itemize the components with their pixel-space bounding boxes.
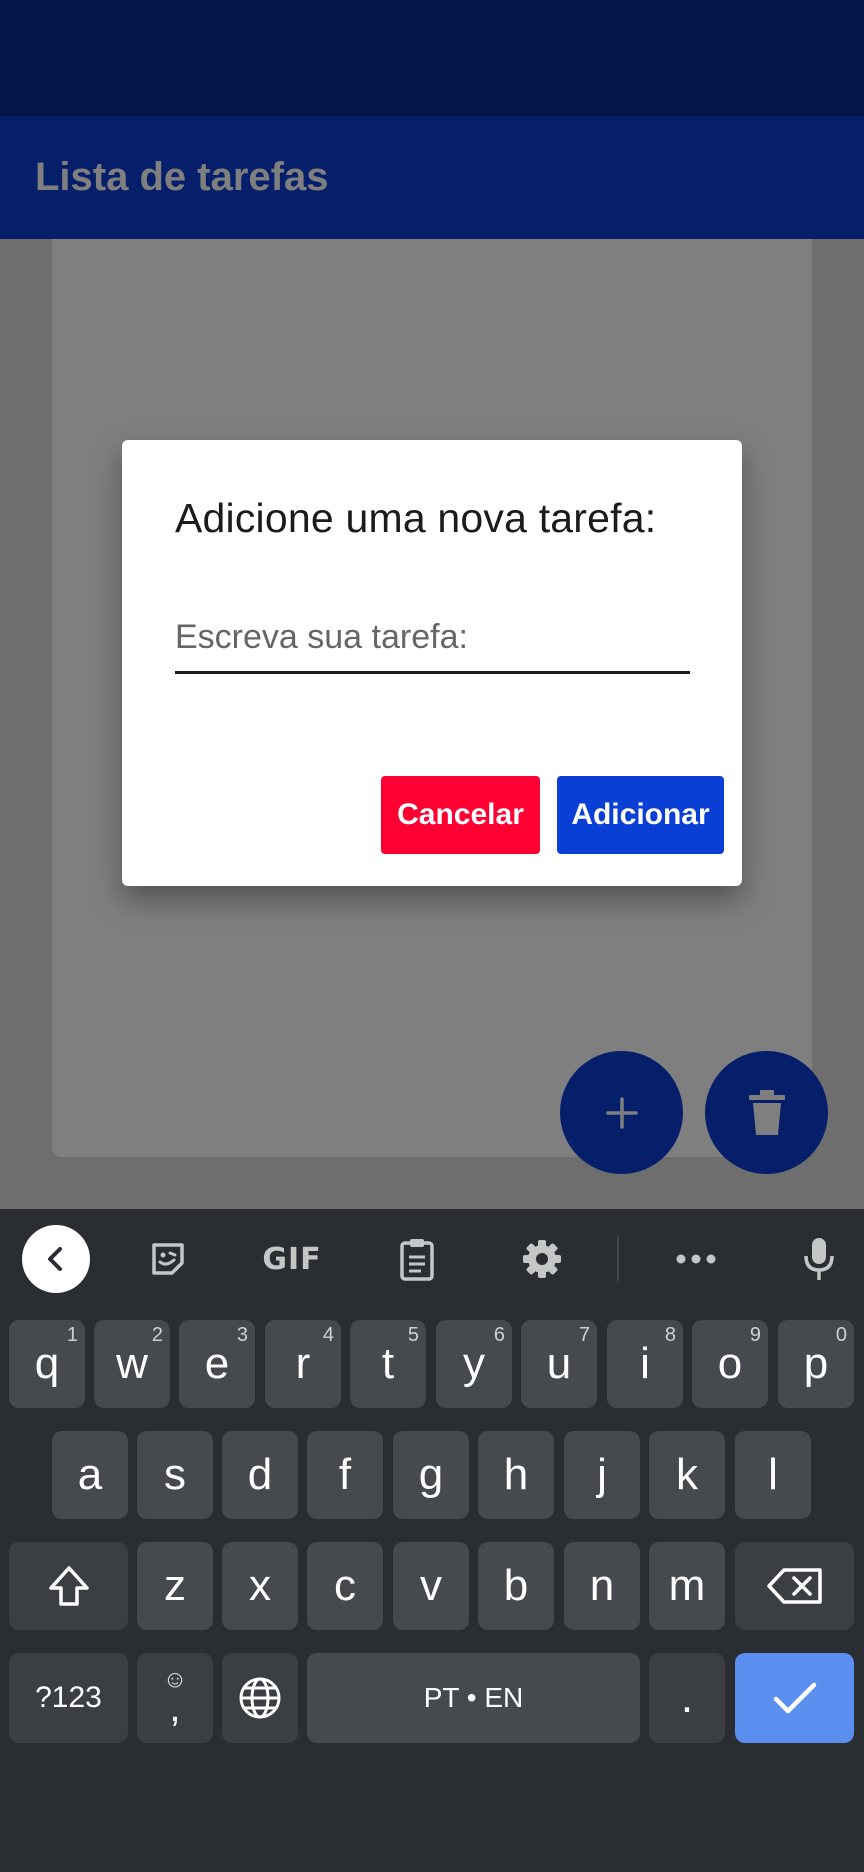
key-o[interactable]: o9 — [692, 1320, 768, 1408]
keyboard-back-button[interactable] — [22, 1225, 90, 1293]
more-icon — [676, 1254, 716, 1264]
task-input[interactable] — [175, 612, 690, 674]
dialog-title: Adicione uma nova tarefa: — [175, 495, 657, 541]
key-b[interactable]: b — [478, 1542, 554, 1630]
key-m[interactable]: m — [649, 1542, 725, 1630]
key-g[interactable]: g — [393, 1431, 469, 1519]
settings-icon — [523, 1240, 561, 1278]
key-n[interactable]: n — [564, 1542, 640, 1630]
backspace-icon — [766, 1568, 822, 1604]
key-s[interactable]: s — [137, 1431, 213, 1519]
sticker-button[interactable] — [134, 1225, 202, 1293]
space-key[interactable]: PT • EN — [307, 1653, 640, 1743]
key-z[interactable]: z — [137, 1542, 213, 1630]
key-j[interactable]: j — [564, 1431, 640, 1519]
voice-input-button[interactable] — [785, 1225, 853, 1293]
key-h[interactable]: h — [478, 1431, 554, 1519]
mic-icon — [804, 1238, 834, 1280]
key-y[interactable]: y6 — [436, 1320, 512, 1408]
check-icon — [773, 1682, 816, 1714]
shift-icon — [48, 1566, 89, 1606]
more-button[interactable] — [662, 1225, 730, 1293]
period-key[interactable]: . — [649, 1653, 725, 1743]
globe-icon — [239, 1677, 281, 1719]
key-r[interactable]: r4 — [265, 1320, 341, 1408]
key-u[interactable]: u7 — [521, 1320, 597, 1408]
key-v[interactable]: v — [393, 1542, 469, 1630]
settings-button[interactable] — [508, 1225, 576, 1293]
key-e[interactable]: e3 — [179, 1320, 255, 1408]
key-t[interactable]: t5 — [350, 1320, 426, 1408]
soft-keyboard: GIF q 1 w 2 e 3 r 4 t 5 y 6 u 7 i 8 o 9 … — [0, 1209, 864, 1872]
chevron-left-icon — [48, 1247, 62, 1271]
clipboard-button[interactable] — [383, 1225, 451, 1293]
shift-key[interactable] — [9, 1542, 128, 1630]
key-q[interactable]: q1 — [9, 1320, 85, 1408]
gif-icon: GIF — [262, 1241, 322, 1277]
key-l[interactable]: l — [735, 1431, 811, 1519]
cancel-button[interactable]: Cancelar — [381, 776, 540, 854]
key-f[interactable]: f — [307, 1431, 383, 1519]
sticker-icon — [152, 1243, 184, 1275]
key-k[interactable]: k — [649, 1431, 725, 1519]
toolbar-divider — [617, 1235, 619, 1281]
key-i[interactable]: i8 — [607, 1320, 683, 1408]
key-a[interactable]: a — [52, 1431, 128, 1519]
key-d[interactable]: d — [222, 1431, 298, 1519]
symbols-key[interactable]: ?123 — [9, 1653, 128, 1743]
key-x[interactable]: x — [222, 1542, 298, 1630]
key-c[interactable]: c — [307, 1542, 383, 1630]
add-task-dialog: Adicione uma nova tarefa: Cancelar Adici… — [122, 440, 742, 886]
key-w[interactable]: w2 — [94, 1320, 170, 1408]
add-button[interactable]: Adicionar — [557, 776, 724, 854]
language-key[interactable] — [222, 1653, 298, 1743]
key-p[interactable]: p0 — [778, 1320, 854, 1408]
gif-button[interactable]: GIF — [256, 1225, 328, 1293]
comma-emoji-key[interactable]: ☺ , — [137, 1653, 213, 1743]
keyboard-toolbar: GIF — [0, 1209, 864, 1307]
backspace-key[interactable] — [735, 1542, 854, 1630]
enter-key[interactable] — [735, 1653, 854, 1743]
clipboard-icon — [400, 1239, 434, 1281]
